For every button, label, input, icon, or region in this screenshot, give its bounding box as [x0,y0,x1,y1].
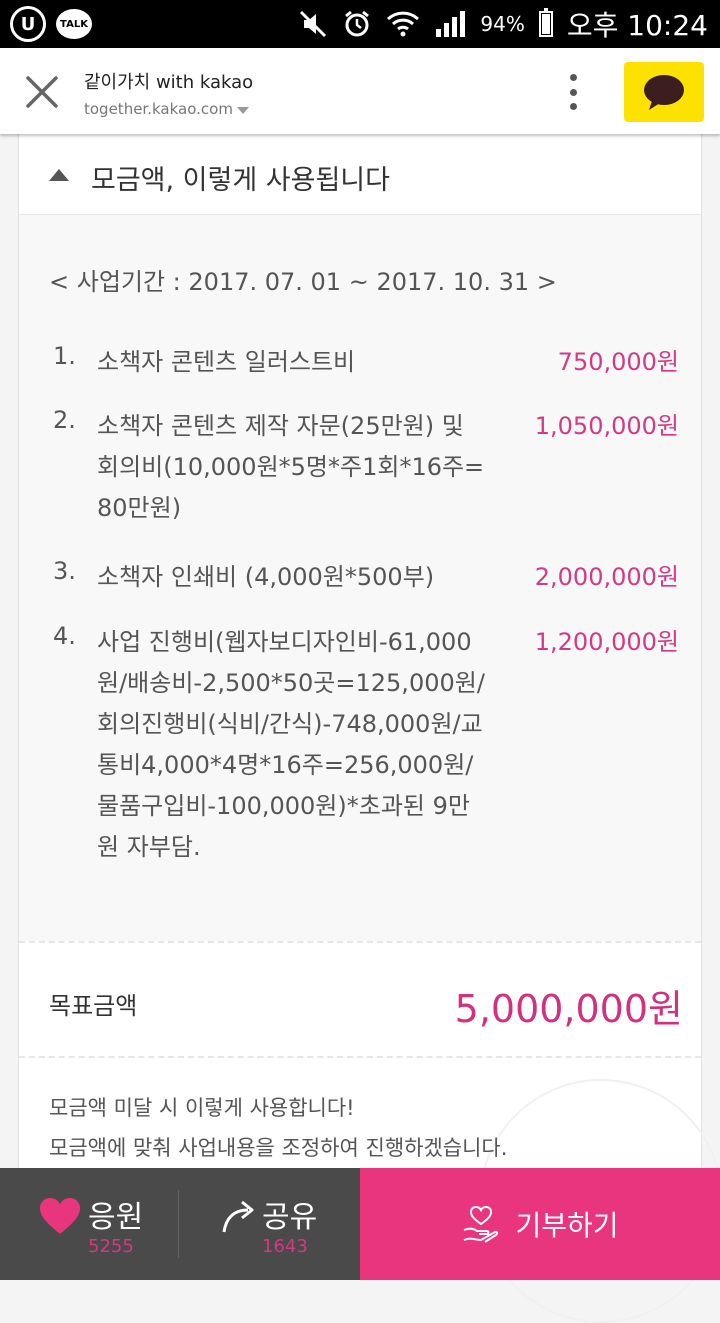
section-header[interactable]: 모금액, 이렇게 사용됩니다 [19,134,701,215]
kakaotalk-notification-icon: TALK [56,9,92,39]
battery-icon [538,8,553,37]
heart-icon [40,1198,80,1234]
url-dropdown[interactable]: together.kakao.com [84,100,249,118]
item-amount: 2,000,000원 [534,563,679,591]
item-description: 사업 진행비(웹자보디자인비-61,000원/배송비-2,500*50곳=125… [97,628,485,861]
clock: 오후 10:24 [566,9,708,42]
item-number: 4. [53,622,76,650]
donate-label: 기부하기 [515,1209,619,1242]
item-amount: 1,050,000원 [534,412,679,440]
goal-label: 목표금액 [49,992,138,1020]
battery-percent: 94% [480,12,525,36]
item-number: 1. [53,342,76,370]
item-amount: 750,000원 [557,348,679,376]
url-text: together.kakao.com [84,100,233,118]
share-arrow-icon [222,1200,254,1233]
bottom-action-bar: 응원 5255 공유 1643 기부하기 [0,1168,720,1280]
project-period: < 사업기간 : 2017. 07. 01 ~ 2017. 10. 31 > [49,268,557,296]
item-number: 2. [53,406,76,434]
collapse-triangle-icon [49,169,69,181]
uplus-icon: U [10,6,46,42]
donate-button[interactable]: 기부하기 [360,1168,720,1280]
item-amount: 1,200,000원 [534,628,679,656]
cheer-button[interactable]: 응원 5255 [38,1188,178,1268]
shortfall-note-detail: 모금액에 맞춰 사업내용을 조정하여 진행하겠습니다. [49,1136,508,1160]
signal-icon [434,9,466,39]
bottom-left-panel: 응원 5255 공유 1643 [0,1168,360,1280]
alarm-icon [342,9,372,39]
kakaotalk-share-button[interactable] [624,62,704,122]
divider [19,1056,701,1058]
usage-card: 모금액, 이렇게 사용됩니다 < 사업기간 : 2017. 07. 01 ~ 2… [18,134,720,1323]
share-count: 1643 [262,1236,308,1257]
divider [178,1190,179,1258]
goal-amount: 5,000,000원 [454,987,683,1031]
share-button[interactable]: 공유 1643 [220,1188,350,1268]
cheer-count: 5255 [88,1236,134,1257]
divider [19,941,701,943]
page-title: 같이가치 with kakao [84,72,254,93]
mute-icon [298,9,328,39]
cheer-label: 응원 [88,1200,144,1235]
share-label: 공유 [262,1200,318,1235]
wifi-icon [386,9,420,39]
app-header: 같이가치 with kakao together.kakao.com [0,48,720,134]
item-description: 소책자 콘텐츠 일러스트비 [97,348,356,376]
status-bar: U TALK 94% 오후 10:24 [0,0,720,48]
close-icon[interactable] [22,72,62,112]
shortfall-note: 모금액 미달 시 이렇게 사용합니다! [49,1096,355,1120]
item-description: 소책자 인쇄비 (4,000원*500부) [97,563,435,591]
more-vert-icon[interactable] [566,74,580,110]
donate-hand-heart-icon [464,1205,499,1243]
item-number: 3. [53,557,76,585]
section-title: 모금액, 이렇게 사용됩니다 [91,165,390,196]
speech-bubble-icon [644,75,684,110]
item-description: 소책자 콘텐츠 제작 자문(25만원) 및 회의비(10,000원*5명*주1회… [97,412,485,522]
chevron-down-icon [236,106,249,114]
